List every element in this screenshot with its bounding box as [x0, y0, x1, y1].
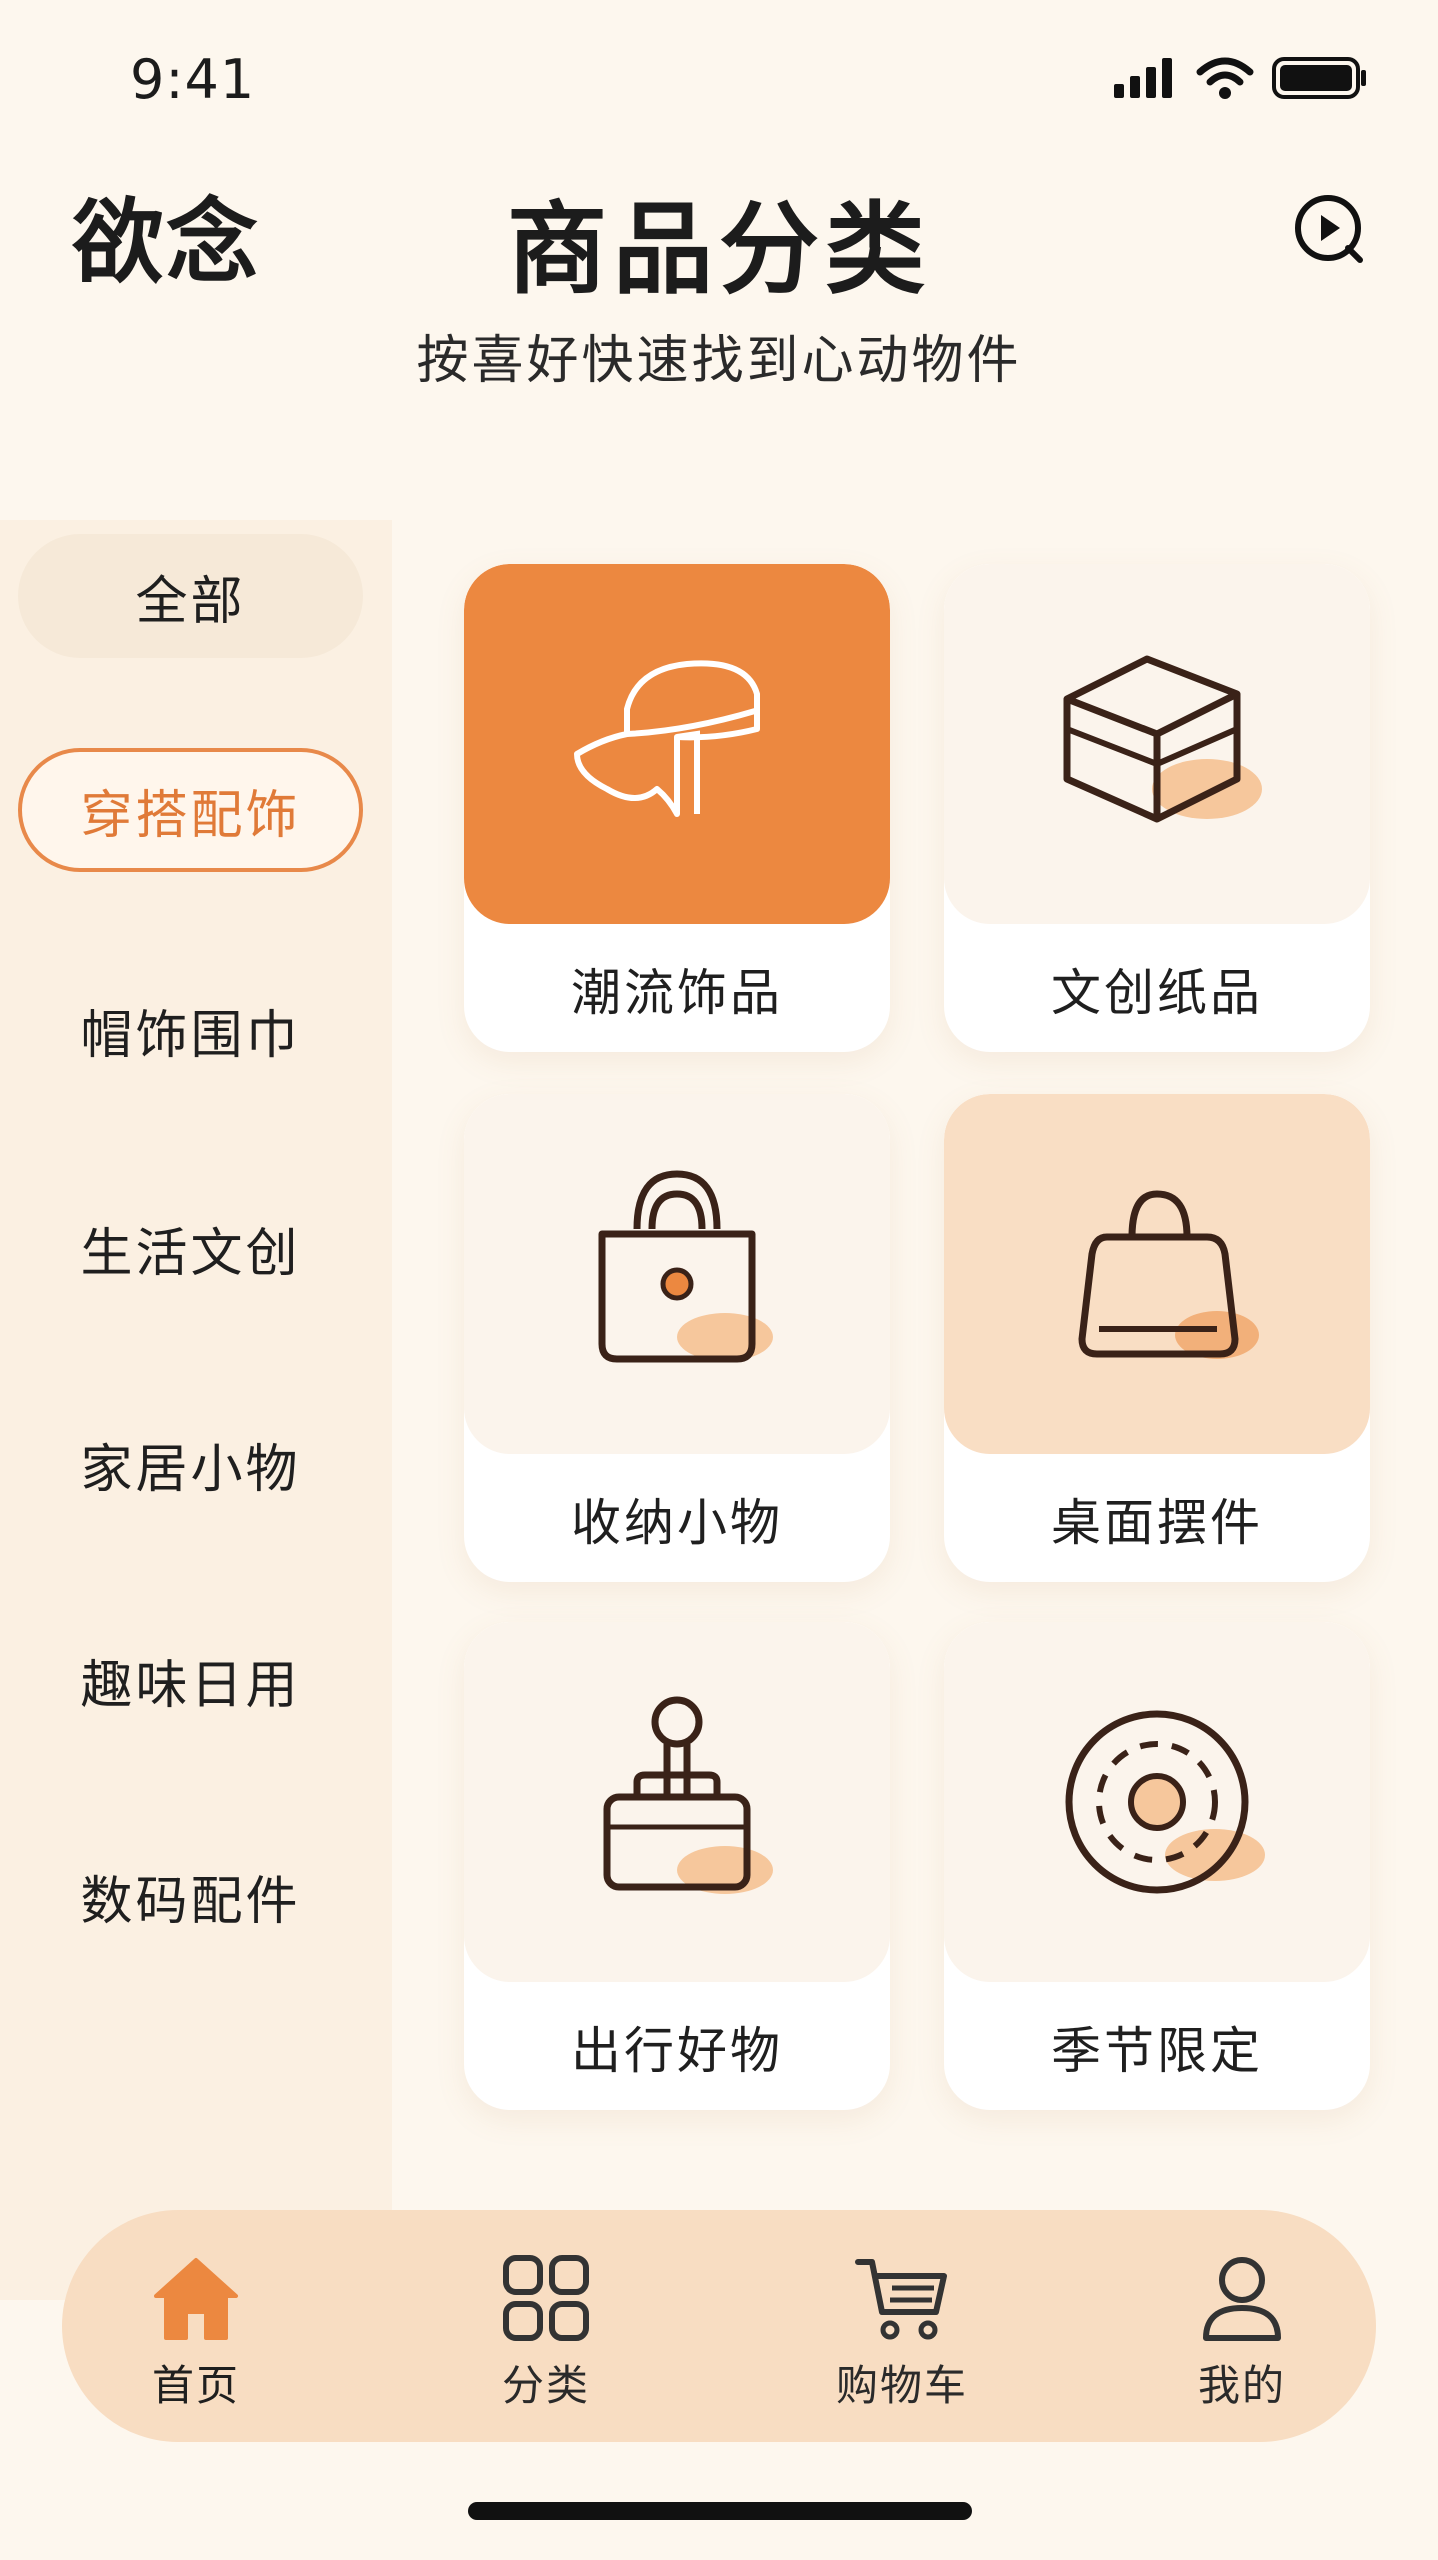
play-button[interactable]: [1290, 188, 1370, 268]
nav-home[interactable]: 首页: [96, 2250, 296, 2420]
sidebar-item-all[interactable]: 全部: [18, 534, 363, 658]
sidebar-item-lifestyle[interactable]: 生活文创: [18, 1186, 363, 1310]
sidebar-item-home[interactable]: 家居小物: [18, 1402, 363, 1526]
sidebar-item-hats-scarves[interactable]: 帽饰围巾: [18, 968, 363, 1092]
nav-label: 分类: [501, 2361, 590, 2410]
sidebar-item-label: 全部: [135, 571, 246, 632]
box-icon: [1063, 655, 1262, 823]
category-card[interactable]: 桌面摆件: [944, 1094, 1370, 1582]
card-label: 收纳小物: [571, 1494, 783, 1552]
play-circle-icon: [1295, 195, 1363, 263]
status-bar: 9:41: [0, 0, 1438, 160]
luggage-icon: [603, 1696, 773, 1894]
card-label: 潮流饰品: [571, 964, 783, 1022]
nav-cart[interactable]: 购物车: [802, 2250, 1002, 2420]
page-subtitle: 按喜好快速找到心动物件: [416, 331, 1022, 391]
target-icon: [1065, 1710, 1265, 1894]
card-art: [464, 564, 890, 924]
battery-icon: [1272, 57, 1366, 99]
sidebar-item-label: 趣味日用: [80, 1655, 301, 1716]
card-art: [464, 1622, 890, 1982]
home-indicator: [468, 2502, 972, 2520]
nav-category[interactable]: 分类: [446, 2250, 646, 2420]
card-art: [944, 1622, 1370, 1982]
card-art: [944, 564, 1370, 924]
sidebar-item-fun-daily[interactable]: 趣味日用: [18, 1618, 363, 1742]
category-sidebar: 全部 穿搭配饰 帽饰围巾 生活文创 家居小物 趣味日用 数码配件: [0, 520, 392, 2300]
grid-icon: [498, 2250, 594, 2346]
sidebar-item-label: 数码配件: [80, 1871, 301, 1932]
category-card[interactable]: 潮流饰品: [464, 564, 890, 1052]
sidebar-item-label: 穿搭配饰: [80, 785, 301, 846]
wifi-icon: [1196, 57, 1254, 99]
nav-label: 购物车: [835, 2361, 968, 2410]
user-icon: [1194, 2250, 1290, 2346]
sidebar-item-label: 生活文创: [80, 1223, 301, 1284]
nav-profile[interactable]: 我的: [1142, 2250, 1342, 2420]
bottom-nav: 首页 分类 购物车 我的: [62, 2210, 1376, 2442]
status-time: 9:41: [130, 48, 256, 111]
nav-label: 我的: [1197, 2361, 1286, 2410]
status-icons: [1114, 56, 1368, 100]
handbag-icon: [1078, 1190, 1259, 1359]
card-art: [944, 1094, 1370, 1454]
nav-label: 首页: [151, 2361, 240, 2410]
category-card[interactable]: 季节限定: [944, 1622, 1370, 2110]
page-title: 商品分类: [507, 191, 931, 308]
tote-bag-icon: [598, 1170, 773, 1363]
card-label: 出行好物: [571, 2022, 783, 2080]
cap-icon: [574, 660, 760, 817]
sidebar-item-digital[interactable]: 数码配件: [18, 1834, 363, 1958]
cart-icon: [854, 2250, 950, 2346]
card-label: 季节限定: [1051, 2022, 1263, 2080]
card-label: 桌面摆件: [1051, 1494, 1263, 1552]
sidebar-item-label: 帽饰围巾: [80, 1005, 301, 1066]
card-art: [464, 1094, 890, 1454]
signal-icon: [1114, 58, 1172, 98]
category-card[interactable]: 出行好物: [464, 1622, 890, 2110]
sidebar-item-outfit-accessories[interactable]: 穿搭配饰: [18, 748, 363, 872]
home-icon: [148, 2250, 244, 2346]
category-card[interactable]: 收纳小物: [464, 1094, 890, 1582]
sidebar-item-label: 家居小物: [80, 1439, 301, 1500]
card-label: 文创纸品: [1051, 964, 1263, 1022]
category-card[interactable]: 文创纸品: [944, 564, 1370, 1052]
